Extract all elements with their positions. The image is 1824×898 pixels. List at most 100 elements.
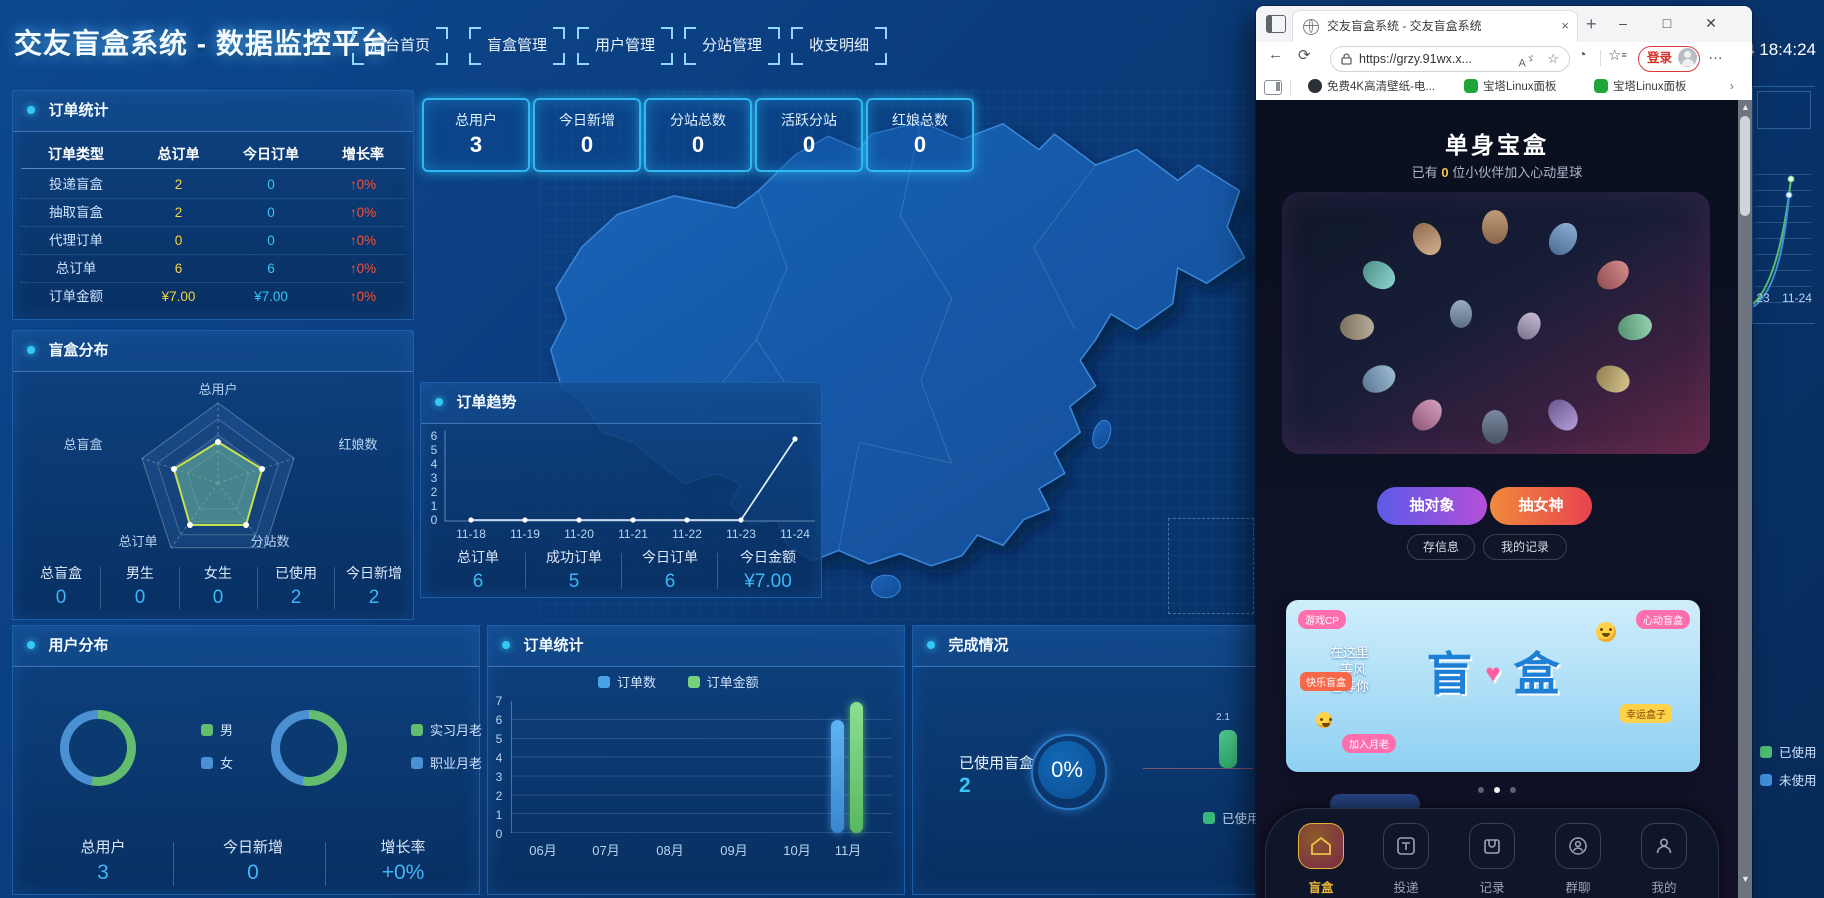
- banner-tag-game-cp: 游戏CP: [1298, 610, 1346, 629]
- sidebar-icon[interactable]: [1264, 80, 1282, 95]
- scrollbar-thumb[interactable]: [1740, 116, 1750, 216]
- trend-stat-today: 今日订单 6: [625, 547, 715, 593]
- person-icon: [1654, 836, 1674, 856]
- nav-site-manage[interactable]: 分站管理: [684, 27, 780, 65]
- browser-tab-strip: 交友盲盒系统 - 交友盲盒系统 × + – □ ✕: [1256, 6, 1752, 42]
- bookmark-icon: [1464, 79, 1478, 93]
- smiley-icon: [1596, 622, 1616, 642]
- smiley-icon: [1316, 712, 1332, 728]
- radar-label: 红娘数: [323, 434, 393, 453]
- tab-close-icon[interactable]: ×: [1561, 11, 1569, 41]
- radar-label: 总盲盒: [48, 434, 118, 453]
- panel-order-table: 订单统计 订单类型 总订单 今日订单 增长率 投递盲盒 2 0 ↑0% 抽取盲盒…: [12, 90, 414, 320]
- mini-bar-axis: [1143, 768, 1253, 769]
- gender-legend: 男 女: [201, 720, 233, 772]
- bookmarks-overflow-icon[interactable]: ›: [1730, 74, 1734, 100]
- appnav-box[interactable]: 盲盒: [1289, 823, 1353, 896]
- matchmaker-donut-chart: [271, 710, 347, 786]
- nav-box-manage[interactable]: 盲盒管理: [469, 27, 565, 65]
- right-strip-panel: 23 11-24: [1752, 86, 1815, 324]
- login-button[interactable]: 登录: [1638, 46, 1700, 72]
- extension-cookie-icon[interactable]: ◔: [1578, 46, 1586, 62]
- stat-female: 女生 0: [183, 563, 253, 609]
- promo-banner[interactable]: 盲 ♥ 盒 游戏CP 心动盲盒 在这里 等风 也等你 快乐盲盒 加入月老 幸运盒…: [1286, 600, 1700, 772]
- completion-label: 已使用盲盒: [959, 752, 1034, 773]
- banner-tag-top-right: 心动盲盒: [1636, 610, 1690, 629]
- right-strip-lines: [1753, 171, 1815, 307]
- profile-avatar: [1678, 48, 1697, 67]
- member-count: 0: [1441, 165, 1448, 180]
- scroll-up-icon[interactable]: ▲: [1741, 102, 1750, 112]
- lock-icon: [1341, 53, 1352, 65]
- stat-card-total-users: 总用户 3: [422, 98, 530, 172]
- draw-goddess-button[interactable]: 抽女神: [1490, 487, 1592, 525]
- save-info-button[interactable]: 存信息: [1407, 534, 1475, 560]
- tab-title: 交友盲盒系统 - 交友盲盒系统: [1327, 11, 1537, 41]
- appnav-chat[interactable]: 群聊: [1546, 823, 1610, 896]
- radar-label: 总用户: [183, 379, 253, 398]
- window-minimize-icon[interactable]: –: [1608, 10, 1638, 36]
- avatar-sphere-card[interactable]: [1282, 192, 1710, 454]
- carousel-dots[interactable]: [1256, 780, 1738, 798]
- window-maximize-icon[interactable]: □: [1652, 10, 1682, 36]
- bar-order-count-nov: [831, 720, 844, 833]
- panel-order-bar: 订单统计 订单数 订单金额 7 6 5 4 3 2 1 0 06月 07月 08…: [487, 625, 905, 895]
- table-row: 投递盲盒 2 0 ↑0%: [21, 171, 405, 199]
- bookmark-bt-panel-1[interactable]: 宝塔Linux面板: [1452, 74, 1557, 100]
- bookbar-divider: [1290, 79, 1291, 95]
- legend-pro-swatch: [411, 757, 423, 769]
- legend-order-count-swatch: [598, 676, 610, 688]
- settings-more-icon[interactable]: …: [1708, 46, 1724, 63]
- bookmark-icon: [1308, 79, 1322, 93]
- bar-legend: 订单数 订单金额: [598, 672, 759, 691]
- userdist-stat-growth: 增长率 +0%: [343, 836, 463, 885]
- completion-gauge-value: 0%: [1038, 741, 1096, 799]
- back-icon[interactable]: ←: [1268, 46, 1283, 63]
- radar-label: 分站数: [235, 531, 305, 550]
- workspaces-icon[interactable]: [1266, 15, 1286, 33]
- read-aloud-icon[interactable]: Aゞ: [1519, 47, 1536, 76]
- browser-window: 交友盲盒系统 - 交友盲盒系统 × + – □ ✕ ← ⟳ https://gr…: [1256, 6, 1752, 898]
- stat-card-active-sites: 活跃分站 0: [755, 98, 863, 172]
- bookmarks-bar: 免费4K高清壁纸-电... 宝塔Linux面板 宝塔Linux面板 ›: [1256, 74, 1752, 101]
- banner-tag-join: 加入月老: [1342, 734, 1396, 753]
- legend-order-amount-swatch: [688, 676, 700, 688]
- mini-bar-label: 2.1: [1216, 712, 1230, 723]
- appnav-deliver[interactable]: 投递: [1374, 823, 1438, 896]
- favorites-hub-icon[interactable]: ☆≡: [1608, 46, 1627, 64]
- draw-partner-button[interactable]: 抽对象: [1377, 487, 1487, 525]
- window-close-icon[interactable]: ✕: [1696, 10, 1726, 36]
- legend-unused-swatch: [1760, 774, 1772, 786]
- panel-dot: [502, 641, 510, 649]
- stat-male: 男生 0: [105, 563, 175, 609]
- toolbar-divider: [1600, 50, 1601, 66]
- app-subtitle: 已有 0 位小伙伴加入心动星球: [1256, 162, 1738, 181]
- panel-order-trend-header: 订单趋势: [421, 383, 821, 424]
- table-row: 抽取盲盒 2 0 ↑0%: [21, 199, 405, 227]
- mini-bar-used: [1219, 730, 1237, 768]
- globe-icon: [1303, 19, 1319, 35]
- app-bottom-nav: 盲盒 投递 记录 群聊 我的: [1265, 808, 1719, 898]
- appnav-records[interactable]: 记录: [1460, 823, 1524, 896]
- address-bar[interactable]: https://grzy.91wx.x... Aゞ ☆: [1330, 46, 1570, 72]
- my-records-button[interactable]: 我的记录: [1483, 534, 1567, 560]
- browser-tab[interactable]: 交友盲盒系统 - 交友盲盒系统 ×: [1292, 10, 1578, 43]
- favorite-star-icon[interactable]: ☆: [1547, 47, 1559, 71]
- scroll-down-icon[interactable]: ▼: [1741, 874, 1750, 884]
- appnav-me[interactable]: 我的: [1632, 823, 1696, 896]
- panel-user-distribution-header: 用户分布: [13, 626, 479, 667]
- banner-tag-right: 幸运盒子: [1620, 704, 1672, 723]
- stat-card-total-sites: 分站总数 0: [644, 98, 752, 172]
- page-scrollbar[interactable]: ▲ ▼: [1738, 100, 1752, 898]
- bookmark-wallpaper[interactable]: 免费4K高清壁纸-电...: [1296, 74, 1435, 100]
- nav-home[interactable]: 后台首页: [352, 27, 448, 65]
- refresh-icon[interactable]: ⟳: [1298, 46, 1311, 64]
- trend-line-chart: [443, 431, 815, 523]
- nav-finance[interactable]: 收支明细: [791, 27, 887, 65]
- bookmark-bt-panel-2[interactable]: 宝塔Linux面板: [1582, 74, 1687, 100]
- nav-user-manage[interactable]: 用户管理: [577, 27, 673, 65]
- stat-new-today: 今日新增 2: [337, 563, 411, 609]
- panel-dot: [27, 106, 35, 114]
- panel-dot: [927, 641, 935, 649]
- new-tab-icon[interactable]: +: [1586, 14, 1597, 35]
